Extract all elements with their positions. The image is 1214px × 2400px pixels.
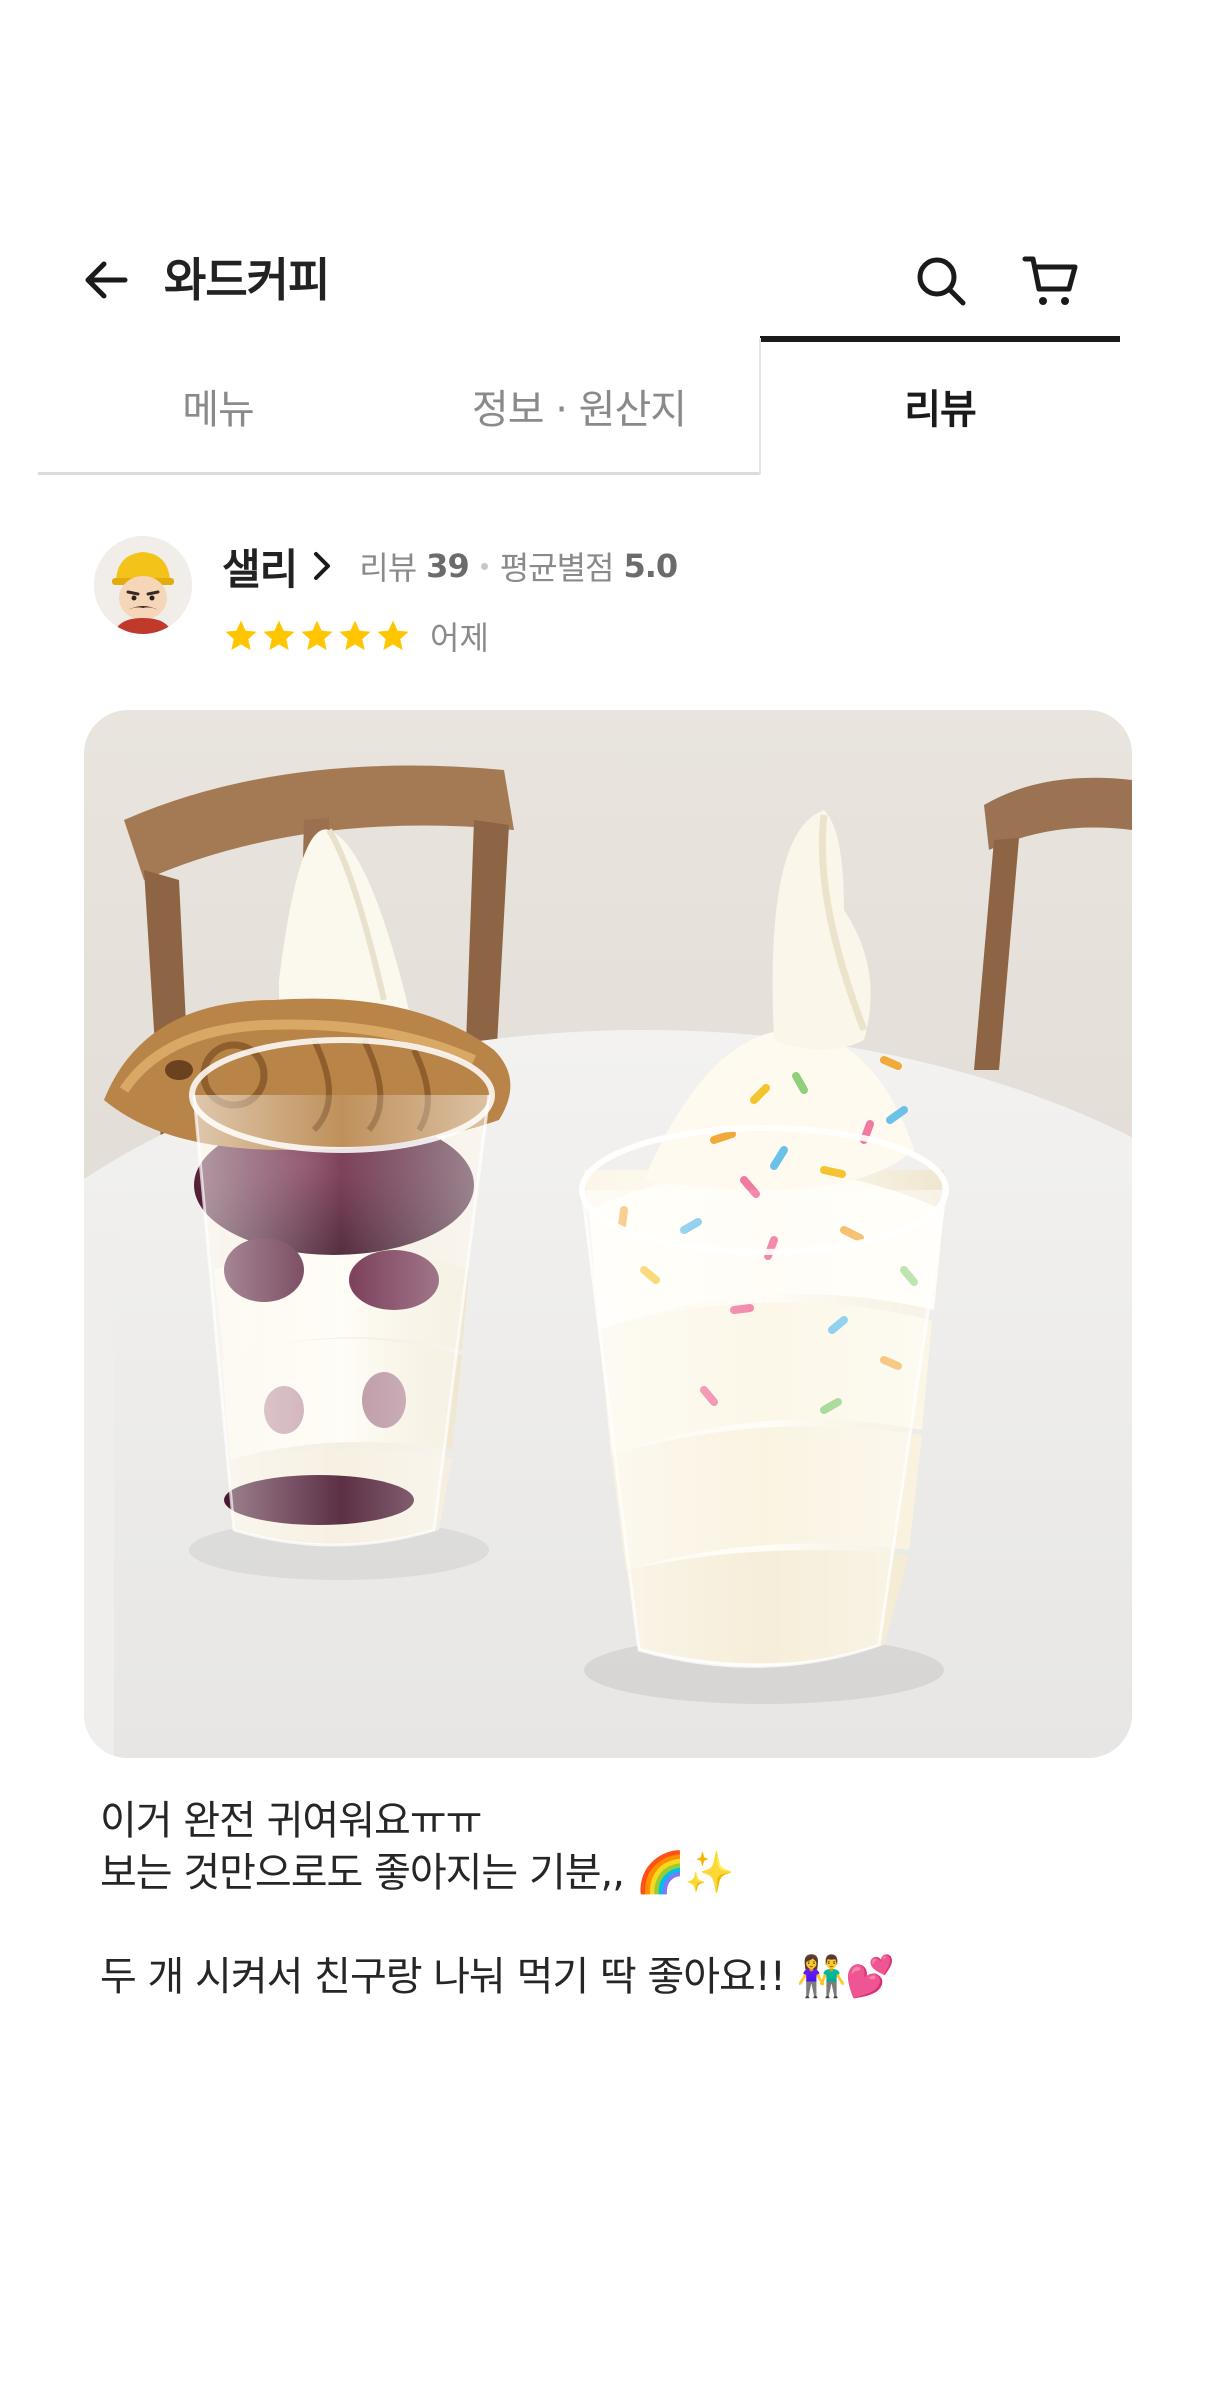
review-date: 어제: [430, 619, 489, 657]
review-text-line: 보는 것만으로도 좋아지는 기분,, 🌈✨: [100, 1850, 734, 1896]
star-icon: [301, 620, 333, 651]
chevron-right-icon: [311, 549, 333, 583]
review-rating-row: 어제: [222, 614, 489, 658]
review-photo[interactable]: [84, 710, 1132, 1758]
store-title: 와드커피: [164, 253, 330, 307]
review-header: 샐리 리뷰 39 평균별점 5.0 어제: [94, 536, 1134, 666]
review-count-label: 리뷰: [359, 549, 417, 587]
tab-info-origin[interactable]: 정보 · 원산지: [398, 338, 760, 474]
tab-menu[interactable]: 메뉴: [38, 338, 398, 474]
arrow-left-icon: [85, 261, 128, 299]
cart-icon: [1022, 256, 1078, 305]
store-tabs: 메뉴 정보 · 원산지 리뷰: [38, 336, 1120, 475]
star-icon: [225, 620, 257, 651]
tabs-divider-vertical: [759, 338, 761, 474]
star-rating: [222, 617, 412, 655]
star-icon: [377, 620, 409, 651]
reviewer-avatar-image: [94, 536, 192, 634]
avg-rating-label: 평균별점: [499, 549, 615, 587]
avatar[interactable]: [94, 536, 192, 634]
top-app-bar: 와드커피: [0, 230, 1214, 330]
review-count: 39: [426, 547, 470, 585]
star-icon: [339, 620, 371, 651]
search-button[interactable]: [910, 250, 972, 312]
review-body: 이거 완전 귀여워요ㅠㅠ 보는 것만으로도 좋아지는 기분,, 🌈✨ 두 개 시…: [100, 1795, 1120, 2003]
reviewer-stats: 리뷰 39 평균별점 5.0: [359, 543, 678, 589]
search-icon: [917, 257, 966, 306]
reviewer-profile-link[interactable]: 샐리 리뷰 39 평균별점 5.0: [222, 536, 678, 596]
cart-button[interactable]: [1020, 250, 1082, 312]
review-text-blank-line: [100, 1899, 1120, 1951]
tab-review[interactable]: 리뷰: [760, 338, 1120, 474]
review-text-line: 두 개 시켜서 친구랑 나눠 먹기 딱 좋아요!! 👫💕: [100, 1954, 895, 2000]
reviewer-name: 샐리: [222, 544, 298, 594]
dessert-cups-photo: [84, 710, 1132, 1758]
separator-dot: [480, 562, 488, 570]
star-icon: [263, 620, 295, 651]
avg-rating-value: 5.0: [623, 547, 678, 585]
back-button[interactable]: [78, 252, 134, 308]
tabs-divider: [38, 472, 760, 475]
active-tab-indicator: [760, 336, 1120, 342]
review-text-line: 이거 완전 귀여워요ㅠㅠ: [100, 1798, 482, 1844]
